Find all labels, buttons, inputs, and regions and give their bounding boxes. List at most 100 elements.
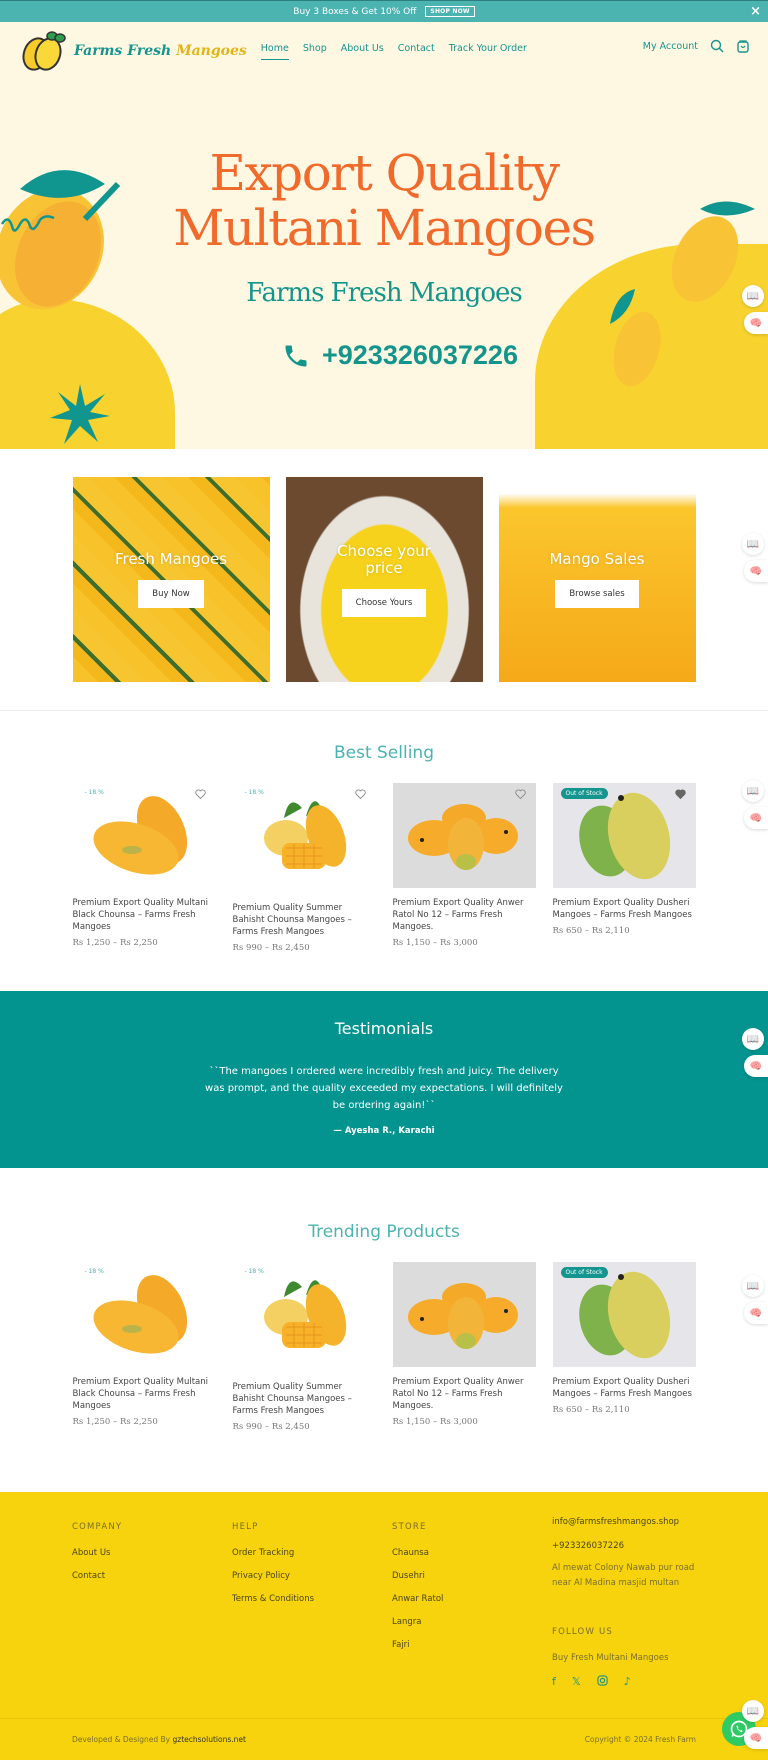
footer-link-chaunsa[interactable]: Chaunsa: [392, 1548, 552, 1558]
reader-mode-button[interactable]: 📖: [742, 533, 764, 555]
cart-icon[interactable]: [736, 39, 750, 53]
facebook-icon[interactable]: f: [552, 1675, 556, 1688]
nav-about-us[interactable]: About Us: [341, 43, 384, 60]
footer-company: COMPANY About Us Contact: [72, 1522, 232, 1688]
mango-image: [579, 1271, 671, 1358]
product-name[interactable]: Premium Export Quality Dusheri Mangoes –…: [553, 897, 696, 921]
product-card[interactable]: Out of Stock Premium Export Quality Dush…: [552, 1262, 696, 1432]
category-title: Fresh Mangoes: [114, 550, 228, 568]
reader-mode-button[interactable]: 📖: [742, 780, 764, 802]
footer-link-contact[interactable]: Contact: [72, 1571, 232, 1581]
product-image[interactable]: Out of Stock: [552, 783, 696, 888]
footer-heading: STORE: [392, 1522, 427, 1532]
book-icon: 📖: [746, 785, 760, 797]
category-choose-price[interactable]: Choose your price Choose Yours: [285, 477, 483, 682]
footer-link-order-tracking[interactable]: Order Tracking: [232, 1548, 392, 1558]
product-card[interactable]: Premium Export Quality Anwer Ratol No 12…: [392, 1262, 536, 1432]
category-fresh-mangoes[interactable]: Fresh Mangoes Buy Now: [72, 477, 270, 682]
category-tiles: Fresh Mangoes Buy Now Choose your price …: [0, 449, 768, 711]
nav-contact[interactable]: Contact: [398, 43, 435, 60]
buy-now-button[interactable]: Buy Now: [138, 580, 204, 608]
nav-home[interactable]: Home: [260, 43, 289, 60]
ai-assistant-button[interactable]: 🧠: [744, 560, 768, 582]
best-selling-title: Best Selling: [333, 743, 435, 763]
best-selling-section: Best Selling - 18 % Premium Export Quali…: [0, 711, 768, 953]
product-image[interactable]: [392, 783, 536, 888]
x-twitter-icon[interactable]: 𝕏: [572, 1675, 581, 1688]
product-image[interactable]: [392, 1262, 536, 1367]
reader-mode-button[interactable]: 📖: [742, 1275, 764, 1297]
hero-banner: Export Quality Multani Mangoes Farms Fre…: [0, 84, 768, 449]
ai-assistant-button[interactable]: 🧠: [744, 312, 768, 334]
product-card[interactable]: Premium Export Quality Anwer Ratol No 12…: [392, 783, 536, 953]
product-image[interactable]: - 18 %: [232, 1262, 376, 1367]
nav-shop[interactable]: Shop: [303, 43, 327, 60]
product-price: Rs 990 – Rs 2,450: [232, 943, 310, 953]
footer-follow-heading: FOLLOW US: [552, 1627, 613, 1637]
testimonial-author: — Ayesha R., Karachi: [333, 1126, 435, 1136]
category-mango-sales[interactable]: Mango Sales Browse sales: [498, 477, 696, 682]
footer-heading: HELP: [232, 1522, 259, 1532]
product-name[interactable]: Premium Export Quality Multani Black Cho…: [73, 897, 216, 933]
footer-phone[interactable]: +923326037226: [552, 1541, 712, 1551]
wishlist-heart-icon[interactable]: [514, 789, 526, 799]
product-name[interactable]: Premium Export Quality Anwer Ratol No 12…: [393, 1376, 536, 1412]
my-account-link[interactable]: My Account: [643, 41, 698, 52]
ai-assistant-button[interactable]: 🧠: [744, 1302, 768, 1324]
footer-link-terms[interactable]: Terms & Conditions: [232, 1594, 392, 1604]
choose-yours-button[interactable]: Choose Yours: [341, 588, 427, 617]
developer-link[interactable]: gztechsolutions.net: [173, 1735, 246, 1744]
ai-assistant-button[interactable]: 🧠: [744, 1727, 768, 1749]
hero-phone[interactable]: +923326037226: [282, 340, 518, 371]
ai-assistant-button[interactable]: 🧠: [744, 807, 768, 829]
main-nav: Home Shop About Us Contact Track Your Or…: [260, 43, 527, 60]
footer-link-about[interactable]: About Us: [72, 1548, 232, 1558]
product-name[interactable]: Premium Quality Summer Bahisht Chounsa M…: [233, 902, 376, 938]
book-icon: 📖: [746, 1280, 760, 1292]
product-image[interactable]: - 18 %: [72, 1262, 216, 1367]
hero-title-line1: Export Quality: [209, 144, 560, 202]
reader-mode-button[interactable]: 📖: [742, 1700, 764, 1722]
browse-sales-button[interactable]: Browse sales: [555, 580, 639, 608]
book-icon: 📖: [746, 1705, 760, 1717]
product-card[interactable]: Out of Stock Premium Export Quality Dush…: [552, 783, 696, 953]
close-icon[interactable]: ×: [750, 4, 761, 19]
book-icon: 📖: [746, 1033, 760, 1045]
footer-link-privacy[interactable]: Privacy Policy: [232, 1571, 392, 1581]
product-image[interactable]: - 18 %: [232, 783, 376, 888]
footer-link-fajri[interactable]: Fajri: [392, 1640, 552, 1650]
product-card[interactable]: - 18 % Premium Quality Summer Bahisht Ch…: [232, 783, 376, 953]
product-name[interactable]: Premium Export Quality Multani Black Cho…: [73, 1376, 216, 1412]
search-icon[interactable]: [710, 39, 724, 53]
product-card[interactable]: - 18 % Premium Export Quality Multani Bl…: [72, 1262, 216, 1432]
reader-mode-button[interactable]: 📖: [742, 285, 764, 307]
footer-link-dusehri[interactable]: Dusehri: [392, 1571, 552, 1581]
footer-link-anwar-ratol[interactable]: Anwar Ratol: [392, 1594, 552, 1604]
developed-by: Developed & Designed By gztechsolutions.…: [72, 1735, 246, 1744]
shop-now-button[interactable]: SHOP NOW: [425, 6, 475, 17]
nav-track-order[interactable]: Track Your Order: [449, 43, 527, 60]
instagram-icon[interactable]: [597, 1675, 608, 1686]
product-image[interactable]: - 18 %: [72, 783, 216, 888]
product-image[interactable]: Out of Stock: [552, 1262, 696, 1367]
mango-image: [264, 1280, 347, 1348]
footer-heading: COMPANY: [72, 1522, 123, 1532]
footer-email[interactable]: info@farmsfreshmangos.shop: [552, 1517, 712, 1527]
product-name[interactable]: Premium Export Quality Anwer Ratol No 12…: [393, 897, 536, 933]
footer-link-langra[interactable]: Langra: [392, 1617, 552, 1627]
announcement-bar: Buy 3 Boxes & Get 10% Off SHOP NOW ×: [0, 0, 768, 22]
wishlist-heart-icon[interactable]: [354, 789, 366, 799]
product-card[interactable]: - 18 % Premium Quality Summer Bahisht Ch…: [232, 1262, 376, 1432]
product-name[interactable]: Premium Export Quality Dusheri Mangoes –…: [553, 1376, 696, 1400]
wishlist-heart-icon[interactable]: [194, 789, 206, 799]
ai-assistant-button[interactable]: 🧠: [744, 1055, 768, 1077]
mango-logo-icon: [22, 31, 66, 71]
tiktok-icon[interactable]: ♪: [624, 1675, 631, 1688]
product-name[interactable]: Premium Quality Summer Bahisht Chounsa M…: [233, 1381, 376, 1417]
out-of-stock-badge: Out of Stock: [560, 788, 608, 799]
reader-mode-button[interactable]: 📖: [742, 1028, 764, 1050]
product-price: Rs 1,250 – Rs 2,250: [72, 1417, 158, 1427]
product-card[interactable]: - 18 % Premium Export Quality Multani Bl…: [72, 783, 216, 953]
logo[interactable]: Farms Fresh Mangoes: [18, 28, 247, 74]
wishlist-heart-icon[interactable]: [674, 789, 686, 799]
